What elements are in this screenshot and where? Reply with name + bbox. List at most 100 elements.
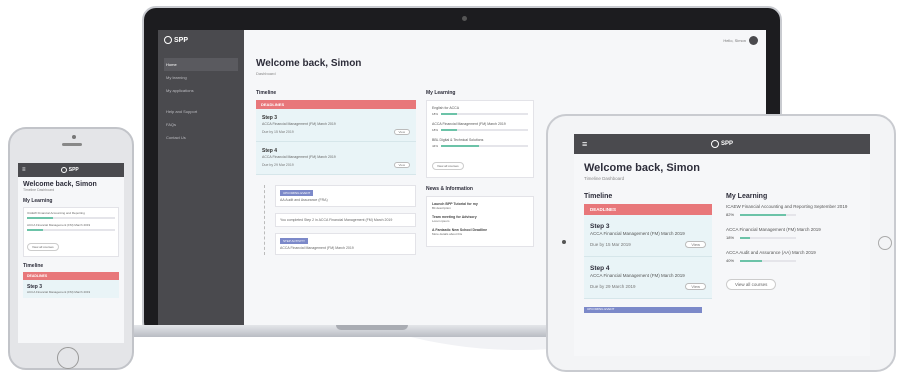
- right-column: My Learning English for ACCA 18% ACCA Fi…: [426, 90, 534, 261]
- deadline-due: Due by 29 March 2019: [590, 284, 636, 289]
- phone-home-button[interactable]: [57, 347, 79, 369]
- progress-bar: [740, 259, 797, 262]
- sidebar-item-home[interactable]: Home: [164, 58, 238, 71]
- tablet-home-button[interactable]: [878, 236, 892, 250]
- deadlines-banner: DEADLINES: [256, 100, 416, 109]
- sidebar-item-faqs[interactable]: FAQs: [164, 118, 238, 131]
- course-item[interactable]: ACCA Financial Management (FM) March 201…: [432, 122, 528, 132]
- course-item[interactable]: ICAEW Financial Accounting and Reporting…: [726, 204, 860, 217]
- deadline-step: Step 4: [262, 148, 278, 154]
- timeline-section: Timeline DEADLINES Step 3 ACCA Financial…: [256, 90, 416, 261]
- course-item[interactable]: BBL Digital & Technical Solutions 44%: [432, 138, 528, 148]
- phone-camera: [72, 135, 76, 139]
- deadlines-banner: DEADLINES: [23, 272, 119, 280]
- progress-bar: [740, 236, 797, 239]
- view-button[interactable]: View: [685, 283, 706, 290]
- tablet-device: ≡ SPP Welcome back, Simon Timeline Dashb…: [546, 114, 896, 372]
- progress-bar: [441, 129, 528, 131]
- deadline-due: Due by 15 Mar 2019: [262, 130, 294, 134]
- phone-speaker: [62, 143, 82, 146]
- avatar[interactable]: [749, 36, 758, 45]
- sidebar-item-my-learning[interactable]: My learning: [164, 71, 238, 84]
- course-item[interactable]: ACCA Financial Management (FM) March 201…: [726, 227, 860, 240]
- deadline-course: ACCA Financial Management (FM) March 201…: [590, 231, 685, 236]
- timeline-text: ACCA Financial Management (FM) March 201…: [280, 246, 354, 250]
- my-learning-section: My Learning ICAEW Financial Accounting a…: [726, 193, 860, 313]
- news-heading: News & Information: [426, 186, 473, 192]
- news-item[interactable]: A Fantastic New School Deadline More deta…: [432, 228, 528, 236]
- sidebar: SPP Home My learning My applications Hel…: [158, 30, 244, 326]
- sidebar-item-contact[interactable]: Contact Us: [164, 131, 238, 144]
- view-all-courses-button[interactable]: View all courses: [27, 243, 59, 251]
- phone-screen: ≡ SPP Welcome back, Simon Timeline Dashb…: [18, 163, 124, 343]
- course-item[interactable]: ICAEW Financial Accounting and Reporting: [27, 211, 115, 219]
- my-learning-heading: My Learning: [23, 198, 53, 204]
- laptop-trackpad-notch: [336, 325, 408, 330]
- user-name: Hello, Simon: [723, 38, 746, 43]
- page-subtitle: Timeline Dashboard: [584, 176, 625, 181]
- course-item[interactable]: ACCA Audit and Assurance (AA) March 2019…: [726, 250, 860, 263]
- tablet-camera: [562, 240, 566, 244]
- deadline-step: Step 3: [590, 223, 610, 230]
- course-percent: 18%: [432, 112, 439, 116]
- page-title: Welcome back, Simon: [256, 58, 362, 69]
- timeline-heading: Timeline: [256, 90, 277, 96]
- deadline-step: Step 3: [262, 115, 278, 121]
- progress-bar: [441, 145, 528, 147]
- user-menu[interactable]: Hello, Simon: [723, 36, 758, 45]
- course-item[interactable]: English for ACCA 18%: [432, 106, 528, 116]
- tablet-screen: ≡ SPP Welcome back, Simon Timeline Dashb…: [574, 134, 870, 356]
- my-learning-panel: ICAEW Financial Accounting and Reporting…: [23, 207, 119, 257]
- view-all-courses-button[interactable]: View all courses: [432, 162, 464, 170]
- deadline-card: Step 3 ACCA Financial Management (FM) Ma…: [256, 109, 416, 142]
- news-panel: Launch BPP Tutorial for my Bit descriptio…: [426, 196, 534, 247]
- my-learning-heading: My Learning: [426, 90, 456, 96]
- page-title: Welcome back, Simon: [584, 162, 700, 174]
- course-item[interactable]: ACCA Financial Management (FM) March 201…: [27, 223, 115, 231]
- deadline-course: ACCA Financial Management (FM) March 201…: [262, 122, 336, 126]
- news-item[interactable]: Team meeting for Advisory Lorem ipsum: [432, 215, 528, 223]
- sidebar-item-my-applications[interactable]: My applications: [164, 84, 238, 97]
- deadline-course: ACCA Financial Management (FM) March 201…: [262, 155, 336, 159]
- news-item[interactable]: Launch BPP Tutorial for my Bit descriptio…: [432, 202, 528, 210]
- brand-logo[interactable]: SPP: [60, 167, 79, 173]
- timeline-tag: STEP ACTIVITY: [280, 238, 308, 244]
- tablet-topbar: ≡ SPP: [574, 134, 870, 154]
- deadline-step: Step 4: [590, 265, 610, 272]
- sidebar-item-help[interactable]: Help and Support: [164, 105, 238, 118]
- progress-bar: [27, 217, 115, 219]
- course-name: ICAEW Financial Accounting and Reporting…: [726, 204, 848, 209]
- course-percent: 82%: [726, 212, 735, 217]
- timeline-item[interactable]: UPCOMING EVENT AA Audit and Assurance (F…: [275, 185, 416, 207]
- progress-bar: [441, 113, 528, 115]
- brand-logo[interactable]: SPP: [710, 140, 733, 148]
- timeline-heading: Timeline: [584, 193, 613, 200]
- upcoming-event-tag[interactable]: UPCOMING EVENT: [584, 307, 702, 313]
- timeline-item[interactable]: STEP ACTIVITY ACCA Financial Management …: [275, 233, 416, 255]
- deadline-card: Step 4 ACCA Financial Management (FM) Ma…: [584, 257, 712, 299]
- timeline-item[interactable]: You completed Step 2 in ACCA Financial M…: [275, 213, 416, 227]
- phone-device: ≡ SPP Welcome back, Simon Timeline Dashb…: [8, 127, 134, 370]
- hamburger-menu-icon[interactable]: ≡: [22, 167, 26, 173]
- deadline-course: ACCA Financial Management (FM) March 201…: [27, 290, 91, 294]
- timeline-text: You completed Step 2 in ACCA Financial M…: [280, 218, 393, 222]
- view-all-courses-button[interactable]: View all courses: [726, 279, 777, 290]
- brand-logo[interactable]: SPP: [164, 36, 238, 44]
- logo-ring-icon: [710, 140, 719, 148]
- deadline-card: Step 3 ACCA Financial Management (FM) Ma…: [23, 280, 119, 298]
- view-button[interactable]: View: [393, 129, 410, 135]
- course-name: English for ACCA: [432, 106, 460, 110]
- my-learning-panel: English for ACCA 18% ACCA Financial Mana…: [426, 100, 534, 178]
- course-percent: 40%: [726, 258, 735, 263]
- course-percent: 18%: [726, 235, 735, 240]
- progress-bar: [740, 213, 797, 216]
- timeline-text: AA Audit and Assurance (FRA): [280, 198, 328, 202]
- progress-bar: [27, 229, 115, 231]
- view-button[interactable]: View: [685, 241, 706, 248]
- hamburger-menu-icon[interactable]: ≡: [582, 139, 587, 149]
- page-subtitle: Dashboard: [256, 71, 276, 76]
- page-title: Welcome back, Simon: [23, 181, 97, 188]
- view-button[interactable]: View: [393, 162, 410, 168]
- my-learning-heading: My Learning: [726, 193, 768, 200]
- course-percent: 18%: [432, 128, 439, 132]
